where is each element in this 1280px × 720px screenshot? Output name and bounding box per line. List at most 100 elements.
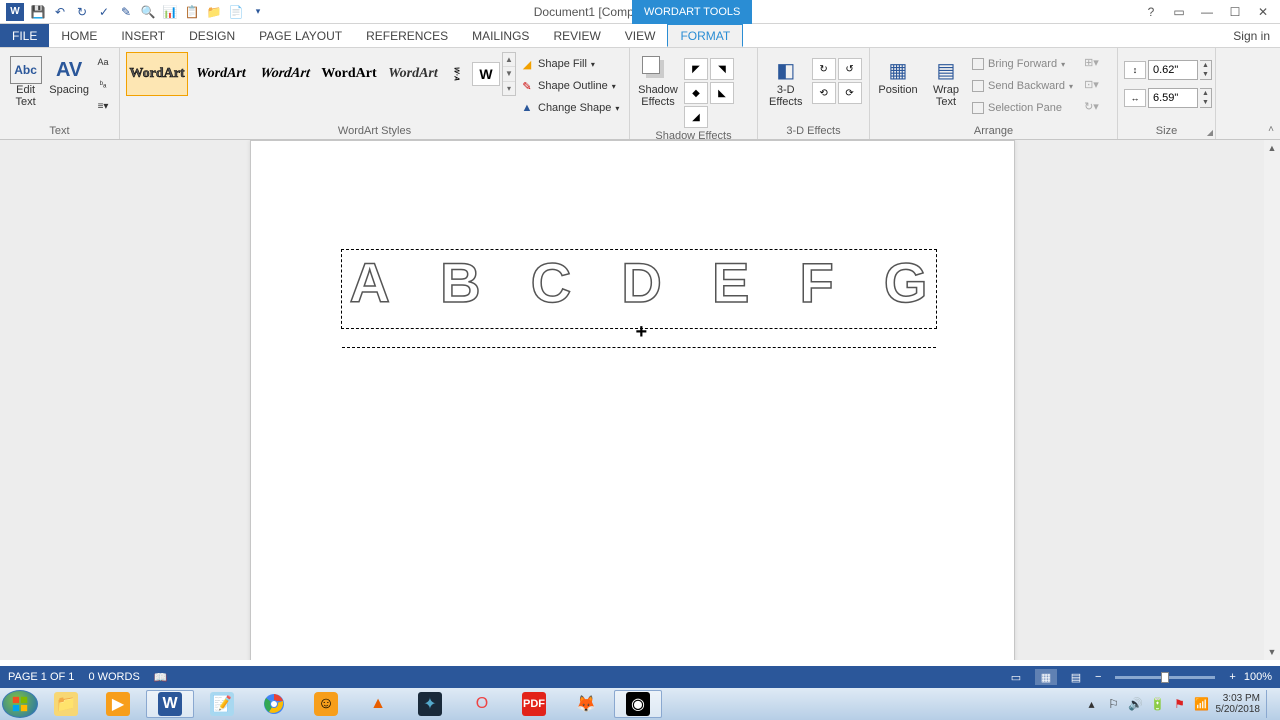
shape-fill-button[interactable]: ◢Shape Fill▾ — [520, 54, 619, 74]
bring-forward-button[interactable]: Bring Forward▾ — [972, 54, 1073, 74]
maximize-icon[interactable]: ☐ — [1226, 3, 1244, 21]
gallery-more-icon[interactable]: ▾ — [503, 82, 515, 95]
shadow-effects-button[interactable]: Shadow Effects — [636, 52, 680, 108]
qat-customize-icon[interactable]: ▾ — [250, 4, 266, 20]
tray-network-icon[interactable]: 📶 — [1194, 696, 1210, 712]
nudge-up-right-button[interactable]: ◥ — [710, 58, 734, 80]
gallery-scroll-up-icon[interactable]: ▲ — [503, 53, 515, 67]
document-area[interactable]: A B C D E F G + — [0, 140, 1264, 660]
minimize-icon[interactable]: — — [1198, 3, 1216, 21]
qat-icon-5[interactable]: 📋 — [184, 4, 200, 20]
taskbar-wmplayer[interactable]: ▶ — [94, 690, 142, 718]
taskbar-app-orange[interactable]: ☺ — [302, 690, 350, 718]
wordart-style-1[interactable]: WordArt — [126, 52, 188, 96]
undo-icon[interactable]: ↶ — [52, 4, 68, 20]
web-layout-button[interactable]: ▤ — [1065, 669, 1087, 685]
close-icon[interactable]: ✕ — [1254, 3, 1272, 21]
tray-chevron-icon[interactable]: ▴ — [1084, 696, 1100, 712]
taskbar-app-dark[interactable]: ✦ — [406, 690, 454, 718]
edit-text-button[interactable]: Abc Edit Text — [6, 52, 45, 108]
taskbar-acrobat[interactable]: PDF — [510, 690, 558, 718]
tray-security-icon[interactable]: ⚑ — [1172, 696, 1188, 712]
tab-page-layout[interactable]: PAGE LAYOUT — [247, 24, 354, 47]
tab-view[interactable]: VIEW — [613, 24, 668, 47]
tab-design[interactable]: DESIGN — [177, 24, 247, 47]
nudge-center-button[interactable]: ◆ — [684, 82, 708, 104]
align-text-button[interactable]: ≡▾ — [93, 96, 113, 116]
start-button[interactable] — [2, 690, 38, 718]
qat-icon-7[interactable]: 📄 — [228, 4, 244, 20]
width-spinner[interactable]: ▲▼ — [1200, 88, 1212, 108]
tray-action-center-icon[interactable]: ⚐ — [1106, 696, 1122, 712]
vertical-text-button[interactable]: ᵇₐ — [93, 74, 113, 94]
zoom-out-button[interactable]: − — [1095, 671, 1101, 683]
qat-icon-6[interactable]: 📁 — [206, 4, 222, 20]
height-input[interactable] — [1148, 60, 1198, 80]
selection-pane-button[interactable]: Selection Pane — [972, 98, 1073, 118]
group-button[interactable]: ⊡▾ — [1081, 74, 1102, 94]
qat-icon-2[interactable]: ✎ — [118, 4, 134, 20]
align-button[interactable]: ⊞▾ — [1081, 52, 1102, 72]
nudge-down-right-button[interactable]: ◢ — [684, 106, 708, 128]
tab-insert[interactable]: INSERT — [109, 24, 177, 47]
print-layout-button[interactable]: ▦ — [1035, 669, 1057, 685]
scroll-up-icon[interactable]: ▲ — [1264, 140, 1280, 156]
height-spinner[interactable]: ▲▼ — [1200, 60, 1212, 80]
size-dialog-launcher-icon[interactable]: ◢ — [1207, 128, 1213, 137]
tray-clock[interactable]: 3:03 PM 5/20/2018 — [1216, 693, 1261, 715]
tab-mailings[interactable]: MAILINGS — [460, 24, 541, 47]
tray-volume-icon[interactable]: 🔊 — [1128, 696, 1144, 712]
page[interactable]: A B C D E F G + — [250, 140, 1015, 660]
show-desktop-button[interactable] — [1266, 690, 1274, 718]
gallery-scroll-down-icon[interactable]: ▼ — [503, 67, 515, 81]
wordart-object[interactable]: A B C D E F G — [341, 249, 937, 329]
redo-icon[interactable]: ↻ — [74, 4, 90, 20]
tab-file[interactable]: FILE — [0, 24, 49, 47]
tab-format[interactable]: FORMAT — [667, 24, 743, 47]
change-shape-button[interactable]: ▲Change Shape▾ — [520, 98, 619, 118]
nudge-up-left-button[interactable]: ◤ — [684, 58, 708, 80]
tab-references[interactable]: REFERENCES — [354, 24, 460, 47]
qat-icon-4[interactable]: 📊 — [162, 4, 178, 20]
even-height-button[interactable]: Aa — [93, 52, 113, 72]
scroll-down-icon[interactable]: ▼ — [1264, 644, 1280, 660]
tilt-down-button[interactable]: ↺ — [838, 58, 862, 80]
zoom-in-button[interactable]: + — [1229, 671, 1235, 683]
tab-home[interactable]: HOME — [49, 24, 109, 47]
page-status[interactable]: PAGE 1 OF 1 — [8, 671, 74, 683]
taskbar-firefox[interactable]: 🦊 — [562, 690, 610, 718]
tilt-left-button[interactable]: ⟲ — [812, 82, 836, 104]
qat-icon-1[interactable]: ✓ — [96, 4, 112, 20]
qat-icon-3[interactable]: 🔍 — [140, 4, 156, 20]
shape-outline-button[interactable]: ✎Shape Outline▾ — [520, 76, 619, 96]
taskbar-vlc[interactable]: ▲ — [354, 690, 402, 718]
send-backward-button[interactable]: Send Backward▾ — [972, 76, 1073, 96]
tilt-right-button[interactable]: ⟳ — [838, 82, 862, 104]
wordart-style-2[interactable]: WordArt — [190, 52, 252, 96]
taskbar-notepad[interactable]: 📝 — [198, 690, 246, 718]
tray-battery-icon[interactable]: 🔋 — [1150, 696, 1166, 712]
proofing-icon[interactable]: 📖 — [154, 671, 168, 684]
wordart-style-6[interactable]: W·A — [446, 52, 466, 96]
wordart-preview-icon[interactable]: W — [472, 62, 500, 86]
resize-guide[interactable] — [342, 347, 936, 348]
taskbar-chrome[interactable] — [250, 690, 298, 718]
wrap-text-button[interactable]: ▤ Wrap Text — [924, 52, 968, 108]
tab-review[interactable]: REVIEW — [541, 24, 612, 47]
vertical-scrollbar[interactable]: ▲ ▼ — [1264, 140, 1280, 660]
nudge-down-left-button[interactable]: ◣ — [710, 82, 734, 104]
tilt-up-button[interactable]: ↻ — [812, 58, 836, 80]
word-count[interactable]: 0 WORDS — [88, 671, 139, 683]
spacing-button[interactable]: AV Spacing — [49, 52, 89, 96]
wordart-style-4[interactable]: WordArt — [318, 52, 380, 96]
taskbar-word[interactable]: W — [146, 690, 194, 718]
width-input[interactable] — [1148, 88, 1198, 108]
zoom-knob[interactable] — [1161, 672, 1169, 683]
word-app-icon[interactable]: W — [6, 3, 24, 21]
collapse-ribbon-icon[interactable]: ˄ — [1268, 124, 1274, 135]
wordart-style-3[interactable]: WordArt — [251, 52, 319, 96]
help-icon[interactable]: ? — [1142, 3, 1160, 21]
read-mode-button[interactable]: ▭ — [1005, 669, 1027, 685]
taskbar-camera[interactable]: ◉ — [614, 690, 662, 718]
zoom-level[interactable]: 100% — [1244, 671, 1272, 683]
